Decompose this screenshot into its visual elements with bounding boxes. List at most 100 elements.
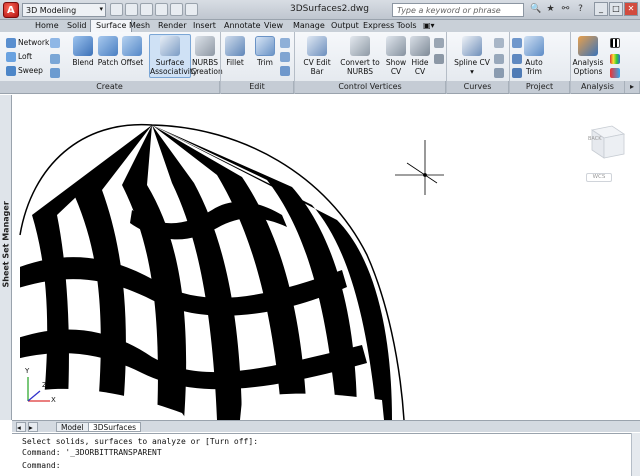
analysis-options-button[interactable]: Analysis Options — [572, 36, 604, 76]
project-vector-button[interactable] — [512, 68, 522, 78]
add-cv-button[interactable] — [434, 38, 444, 48]
undo-icon[interactable] — [155, 3, 168, 16]
layout-tab-model[interactable]: Model — [56, 422, 89, 432]
convert-label-2: NURBS — [346, 67, 374, 76]
curve-tool-2[interactable] — [494, 54, 504, 64]
patch-icon — [98, 36, 118, 56]
tab-scroll-right-icon[interactable]: ▸ — [28, 422, 38, 432]
revolve-icon — [50, 68, 60, 78]
draft-analysis-button[interactable] — [610, 68, 620, 78]
loft-button[interactable]: Loft — [6, 52, 32, 62]
analysis-options-label-1: Analysis — [572, 58, 604, 67]
tab-solid[interactable]: Solid — [62, 20, 92, 32]
sweep-button[interactable]: Sweep — [6, 66, 43, 76]
extrude-button[interactable] — [50, 54, 60, 64]
command-line[interactable]: Select solids, surfaces to analyze or [T… — [12, 433, 640, 476]
network-icon — [6, 38, 16, 48]
ucs-icon: X Y Z — [20, 363, 60, 409]
planar-icon — [50, 38, 60, 48]
show-cv-button[interactable]: Show CV — [384, 36, 408, 76]
ribbon-options-icon[interactable]: ▣▾ — [418, 20, 440, 32]
spline-cv-button[interactable]: Spline CV ▾ — [454, 36, 490, 76]
maximize-button[interactable]: □ — [609, 2, 623, 16]
convert-to-nurbs-button[interactable]: Convert to NURBS — [340, 36, 380, 76]
auto-trim-icon — [524, 36, 544, 56]
zebra-icon — [610, 38, 620, 48]
extend-icon — [280, 52, 290, 62]
project-view-icon — [512, 54, 522, 64]
ucs-x-label: X — [51, 396, 56, 404]
command-prompt[interactable]: Command: — [22, 461, 61, 470]
tab-express-tools[interactable]: Express Tools — [358, 20, 422, 32]
extend-button[interactable] — [280, 52, 290, 62]
tab-scroll-left-icon[interactable]: ◂ — [16, 422, 26, 432]
link-icon[interactable]: ⚯ — [560, 4, 571, 15]
zebra-analysis-button[interactable] — [610, 38, 620, 48]
zebra-surface-render — [19, 123, 444, 420]
untrim-icon — [280, 38, 290, 48]
remove-cv-button[interactable] — [434, 54, 444, 64]
project-view-button[interactable] — [512, 54, 522, 64]
binoculars-icon[interactable]: 🔍 — [530, 4, 541, 15]
loft-label: Loft — [18, 52, 33, 61]
nurbs-creation-label-2: Creation — [191, 67, 223, 76]
blend-button[interactable]: Blend — [70, 36, 96, 67]
panel-title-create: Create — [0, 81, 220, 93]
offset-button[interactable]: Offset — [120, 36, 144, 67]
ucs-z-label: Z — [42, 381, 47, 389]
auto-trim-label-1: Auto — [525, 58, 543, 67]
fillet-button[interactable]: Fillet — [222, 36, 248, 67]
polyline-icon — [494, 68, 504, 78]
curvature-analysis-button[interactable] — [610, 54, 620, 64]
wcs-menu[interactable]: WCS — [586, 173, 612, 182]
curve-tool-3[interactable] — [494, 68, 504, 78]
application-menu-button[interactable]: A — [3, 2, 19, 18]
workspace-dropdown[interactable]: 3D Modeling ▾ — [22, 3, 106, 17]
star-icon[interactable]: ★ — [545, 4, 556, 15]
planar-button[interactable] — [50, 38, 60, 48]
plot-icon[interactable] — [185, 3, 198, 16]
patch-button[interactable]: Patch — [96, 36, 120, 67]
tab-home[interactable]: Home — [30, 20, 64, 32]
project-ucs-button[interactable] — [512, 38, 522, 48]
trim-button[interactable]: Trim — [252, 36, 278, 67]
curve-tool-1[interactable] — [494, 38, 504, 48]
tab-manage[interactable]: Manage — [288, 20, 330, 32]
hide-cv-button[interactable]: Hide CV — [408, 36, 432, 76]
drawing-viewport[interactable]: BACK WCS X Y Z — [12, 95, 640, 420]
help-icon[interactable]: ? — [575, 4, 586, 15]
revolve-button[interactable] — [50, 68, 60, 78]
untrim-button[interactable] — [280, 38, 290, 48]
draft-icon — [610, 68, 620, 78]
tab-render[interactable]: Render — [153, 20, 191, 32]
search-input[interactable]: Type a keyword or phrase — [392, 3, 524, 17]
new-icon[interactable] — [110, 3, 123, 16]
cv-edit-bar-button[interactable]: CV Edit Bar — [296, 36, 338, 76]
sculpt-button[interactable] — [280, 66, 290, 76]
show-cv-label-2: CV — [390, 67, 402, 76]
crosshair-cursor — [395, 140, 444, 195]
hide-cv-label-1: Hide — [411, 58, 429, 67]
auto-trim-button[interactable]: Auto Trim — [522, 36, 546, 76]
sheet-set-manager-palette[interactable]: Sheet Set Manager — [0, 95, 12, 420]
nurbs-creation-button[interactable]: NURBS Creation — [191, 36, 223, 76]
workspace-label: 3D Modeling — [26, 6, 77, 15]
open-icon[interactable] — [125, 3, 138, 16]
layout-tab-3dsurfaces[interactable]: 3DSurfaces — [88, 422, 142, 432]
minimize-button[interactable]: _ — [594, 2, 608, 16]
tab-insert[interactable]: Insert — [188, 20, 221, 32]
tab-mesh[interactable]: Mesh — [124, 20, 155, 32]
network-button[interactable]: Network — [6, 38, 49, 48]
panel-expand-icon[interactable]: ▸ — [625, 81, 640, 93]
ribbon-panel: Network Loft Sweep Blend Patch Offset Su… — [0, 32, 640, 103]
spline-cv-icon — [462, 36, 482, 56]
save-icon[interactable] — [140, 3, 153, 16]
redo-icon[interactable] — [170, 3, 183, 16]
panel-title-curves[interactable]: Curves — [447, 81, 509, 93]
cv-edit-bar-icon — [307, 36, 327, 56]
command-line-scrollbar[interactable] — [631, 433, 640, 476]
close-button[interactable]: ✕ — [624, 2, 638, 16]
viewcube[interactable]: BACK — [580, 120, 630, 165]
tab-view[interactable]: View — [259, 20, 288, 32]
surface-associativity-button[interactable]: Surface Associativity — [150, 36, 197, 76]
